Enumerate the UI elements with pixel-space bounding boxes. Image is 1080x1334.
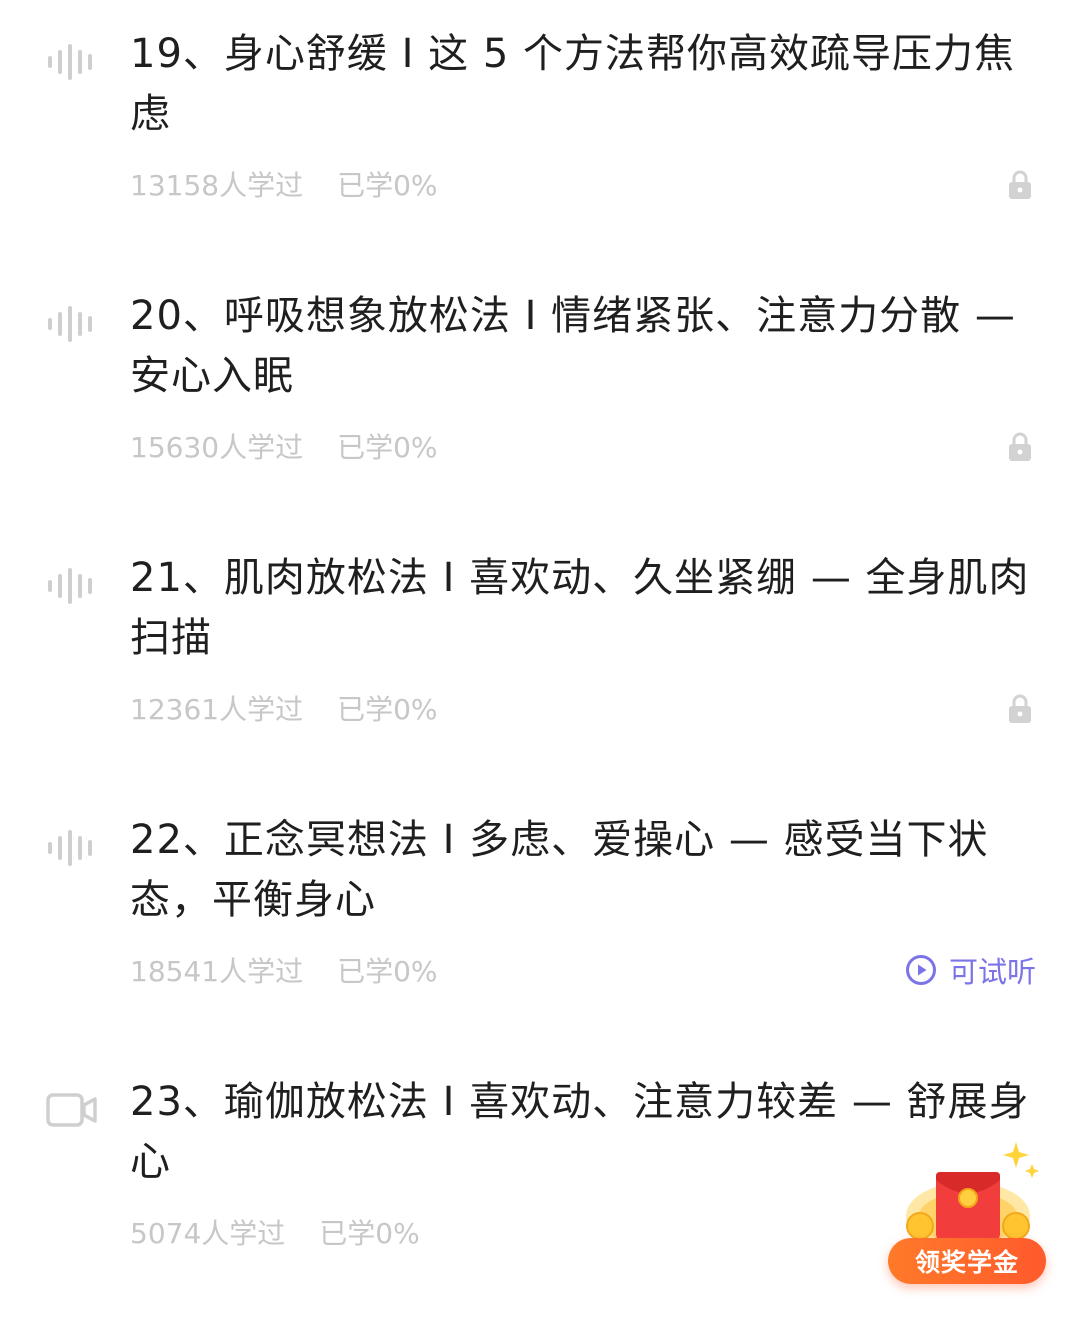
lesson-title[interactable]: 22、正念冥想法 I 多虑、爱操心 — 感受当下状态，平衡身心	[130, 810, 1030, 930]
lesson-title[interactable]: 19、身心舒缓 I 这 5 个方法帮你高效疏导压力焦虑	[130, 24, 1030, 144]
audio-wave-icon	[48, 830, 92, 866]
video-icon	[46, 1093, 97, 1127]
lesson-title[interactable]: 20、呼吸想象放松法 I 情绪紧张、注意力分散 — 安心入眠	[130, 286, 1030, 406]
lock-icon	[1009, 432, 1031, 461]
learner-count: 18541人学过	[130, 955, 304, 988]
learner-count: 12361人学过	[130, 693, 304, 726]
audio-wave-icon	[48, 44, 92, 80]
learner-count: 5074人学过	[130, 1217, 286, 1250]
learning-progress: 已学0%	[337, 431, 438, 464]
trial-listen-button[interactable]: 可试听	[905, 950, 1036, 990]
learner-count: 15630人学过	[130, 431, 304, 464]
learner-count: 13158人学过	[130, 169, 304, 202]
lesson-meta: 12361人学过 已学0%	[130, 692, 438, 728]
lock-icon	[1009, 170, 1031, 199]
lesson-meta: 13158人学过 已学0%	[130, 168, 438, 204]
lesson-item-22[interactable]: 22、正念冥想法 I 多虑、爱操心 — 感受当下状态，平衡身心 18541人学过…	[0, 810, 1080, 1072]
learning-progress: 已学0%	[337, 955, 438, 988]
lesson-title[interactable]: 21、肌肉放松法 I 喜欢动、久坐紧绷 — 全身肌肉扫描	[130, 548, 1030, 668]
lesson-meta: 5074人学过 已学0%	[130, 1216, 420, 1252]
lesson-item-21[interactable]: 21、肌肉放松法 I 喜欢动、久坐紧绷 — 全身肌肉扫描 12361人学过 已学0…	[0, 548, 1080, 810]
learning-progress: 已学0%	[337, 169, 438, 202]
audio-wave-icon	[48, 568, 92, 604]
trial-label: 可试听	[948, 955, 1036, 989]
reward-button[interactable]: 领奖学金	[888, 1238, 1046, 1284]
lesson-item-20[interactable]: 20、呼吸想象放松法 I 情绪紧张、注意力分散 — 安心入眠 15630人学过已…	[0, 286, 1080, 548]
red-envelope-icon	[906, 1142, 1039, 1248]
lesson-item-19[interactable]: 19、身心舒缓 I 这 5 个方法帮你高效疏导压力焦虑 13158人学过 已学0%	[0, 24, 1080, 286]
learning-progress: 已学0%	[319, 1217, 420, 1250]
audio-wave-icon	[48, 306, 92, 342]
lesson-meta: 18541人学过 已学0%	[130, 954, 438, 990]
scholarship-reward-widget[interactable]: 领奖学金	[880, 1138, 1060, 1298]
lesson-meta: 15630人学过 已学0%	[130, 430, 438, 466]
learning-progress: 已学0%	[337, 693, 438, 726]
play-circle-icon	[905, 955, 936, 985]
lock-icon	[1009, 694, 1031, 723]
